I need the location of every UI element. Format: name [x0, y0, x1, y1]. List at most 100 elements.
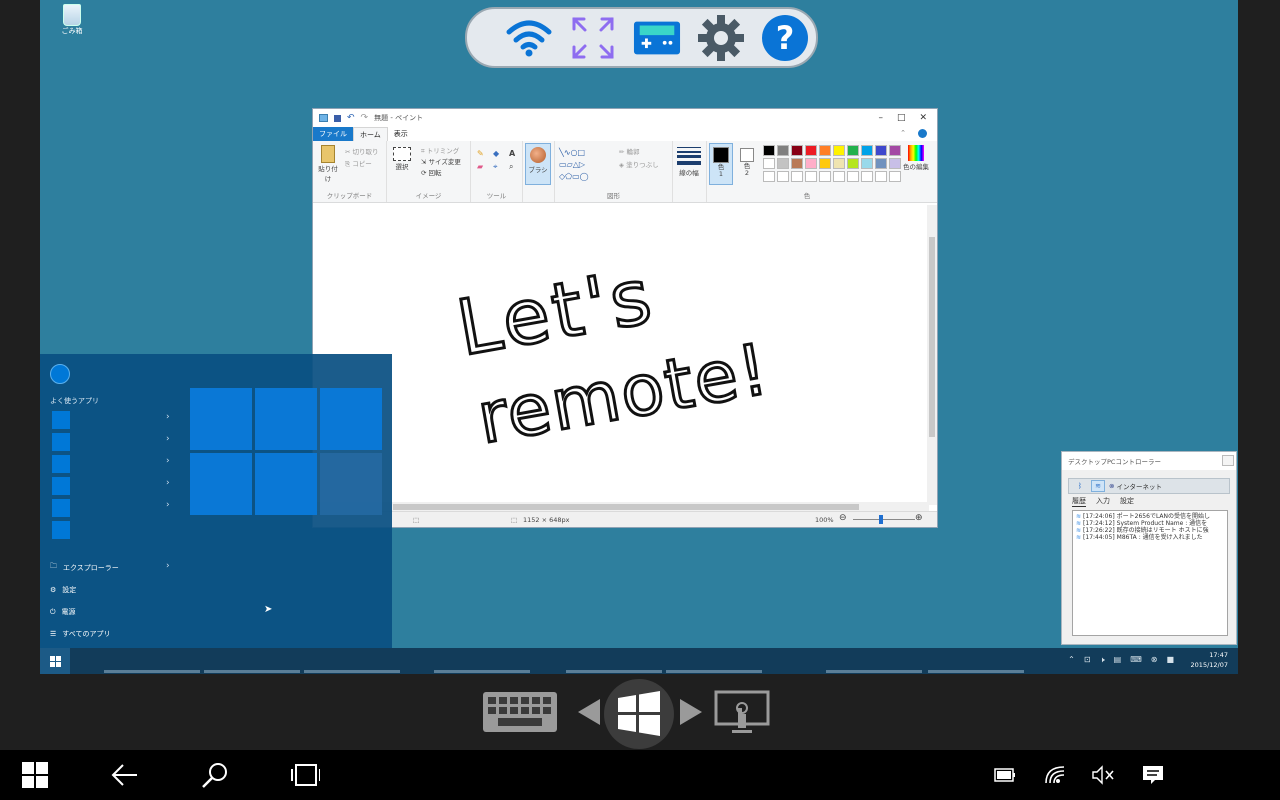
pencil-icon[interactable]: ✎: [477, 149, 489, 158]
color-picker-icon[interactable]: ⌖: [493, 162, 505, 172]
app-entry-1[interactable]: [52, 411, 70, 429]
crop-button[interactable]: ⌗ トリミング: [421, 145, 459, 156]
text-icon[interactable]: A: [509, 149, 521, 158]
start-tile-2[interactable]: [255, 388, 317, 450]
save-quick-icon[interactable]: [334, 114, 341, 122]
palette-swatch[interactable]: [833, 145, 845, 156]
start-button[interactable]: [20, 760, 50, 790]
keyboard-tray-icon[interactable]: ⌨: [1130, 655, 1142, 665]
tab-view[interactable]: 表示: [388, 127, 414, 141]
start-tile-6[interactable]: [320, 453, 382, 515]
volume-button[interactable]: [1088, 760, 1118, 790]
palette-swatch[interactable]: [847, 171, 859, 182]
app-entry-3[interactable]: [52, 455, 70, 473]
touch-mode-button[interactable]: [714, 690, 770, 736]
wifi-button[interactable]: [505, 14, 553, 62]
palette-swatch[interactable]: [847, 145, 859, 156]
paint-canvas[interactable]: Let's remote!: [313, 205, 929, 505]
previous-button[interactable]: [577, 698, 601, 726]
action-center-button[interactable]: [1138, 760, 1168, 790]
chevron-right-icon[interactable]: ›: [166, 500, 170, 510]
help-paint-icon[interactable]: [912, 127, 933, 141]
palette-swatch[interactable]: [805, 158, 817, 169]
taskbar-app-slot[interactable]: [204, 670, 300, 673]
palette-swatch[interactable]: [833, 158, 845, 169]
power-item[interactable]: ⏻ 電源: [50, 607, 76, 617]
next-button[interactable]: [679, 698, 703, 726]
close-button[interactable]: ✕: [919, 113, 927, 123]
history-log[interactable]: ≋ [17:24:06] ポート2656でLANの受信を開始し ≋ [17:24:12…: [1072, 510, 1228, 636]
palette-swatch[interactable]: [819, 171, 831, 182]
ime-off-icon[interactable]: ⊗: [1151, 655, 1158, 665]
rotate-button[interactable]: ⟳ 回転: [421, 167, 442, 177]
palette-swatch[interactable]: [791, 171, 803, 182]
remote-start-button[interactable]: [40, 648, 70, 674]
color1-button[interactable]: 色 1: [709, 143, 733, 185]
fullscreen-button[interactable]: [569, 14, 617, 62]
resize-button[interactable]: ⇲ サイズ変更: [421, 156, 461, 166]
remote-clock[interactable]: 17:47 2015/12/07: [1191, 650, 1228, 670]
palette-swatch[interactable]: [777, 145, 789, 156]
palette-swatch[interactable]: [819, 158, 831, 169]
brush-button[interactable]: ブラシ: [525, 143, 551, 185]
desktop-pc-controller-window[interactable]: デスクトップPCコントローラー ᛒ ≋ ⊗ インターネット 履歴 入力 設定 ≋…: [1061, 451, 1237, 645]
palette-swatch[interactable]: [763, 171, 775, 182]
redo-quick-icon[interactable]: ↷: [361, 113, 369, 123]
collapse-ribbon-icon[interactable]: ⌃: [894, 127, 912, 141]
wifi-mode-icon[interactable]: ≋: [1091, 480, 1105, 492]
palette-swatch[interactable]: [847, 158, 859, 169]
start-tile-3[interactable]: [320, 388, 382, 450]
palette-swatch[interactable]: [805, 145, 817, 156]
chevron-right-icon[interactable]: ›: [166, 434, 170, 444]
all-apps-item[interactable]: ☰ すべてのアプリ: [50, 629, 111, 639]
vertical-scrollbar[interactable]: [927, 205, 937, 505]
taskbar-app-slot[interactable]: [566, 670, 662, 673]
taskbar-app-slot[interactable]: [304, 670, 400, 673]
taskbar-app-slot[interactable]: [826, 670, 922, 673]
palette-swatch[interactable]: [777, 171, 789, 182]
controller-close-button[interactable]: [1222, 455, 1234, 466]
start-tile-1[interactable]: [190, 388, 252, 450]
palette-swatch[interactable]: [763, 158, 775, 169]
app-entry-6[interactable]: [52, 521, 70, 539]
maximize-button[interactable]: □: [897, 113, 906, 123]
remote-desktop-view[interactable]: ごみ箱 ↶ ↷ 無題 - ペイント – □ ✕ ファイル ホーム 表示 ⌃ 貼り…: [40, 0, 1238, 674]
zoom-slider-thumb[interactable]: [879, 515, 883, 524]
shapes-gallery[interactable]: ╲∿○□ ▭▱△▷ ◇⬠▭◯: [559, 147, 613, 183]
select-button[interactable]: 選択: [393, 147, 411, 171]
eraser-icon[interactable]: ▰: [477, 162, 489, 172]
wifi-status-button[interactable]: [1040, 760, 1070, 790]
chevron-up-icon[interactable]: ⌃: [1068, 655, 1075, 665]
magnifier-icon[interactable]: ⌕: [509, 162, 521, 172]
task-view-button[interactable]: [290, 760, 320, 790]
palette-swatch[interactable]: [861, 145, 873, 156]
palette-swatch[interactable]: [889, 171, 901, 182]
minimize-button[interactable]: –: [878, 113, 883, 123]
palette-swatch[interactable]: [819, 145, 831, 156]
palette-swatch[interactable]: [805, 171, 817, 182]
palette-swatch[interactable]: [875, 171, 887, 182]
start-tile-4[interactable]: [190, 453, 252, 515]
copy-button[interactable]: ⎘ コピー: [345, 158, 372, 169]
cut-button[interactable]: ✂ 切り取り: [345, 146, 379, 156]
chevron-right-icon[interactable]: ›: [166, 561, 170, 571]
palette-swatch[interactable]: [833, 171, 845, 182]
taskbar-app-slot[interactable]: [104, 670, 200, 673]
start-tile-5[interactable]: [255, 453, 317, 515]
internet-mode[interactable]: ⊗ インターネット: [1109, 481, 1162, 491]
palette-swatch[interactable]: [861, 171, 873, 182]
chevron-right-icon[interactable]: ›: [166, 412, 170, 422]
size-button[interactable]: 線の幅: [677, 147, 701, 177]
battery-button[interactable]: [990, 760, 1020, 790]
desktop-recycle-bin[interactable]: ごみ箱: [58, 4, 86, 36]
zoom-in-button[interactable]: ⊕: [915, 513, 923, 523]
taskbar-app-slot[interactable]: [928, 670, 1024, 673]
keyboard-button[interactable]: [482, 691, 558, 733]
explorer-item[interactable]: 🗀 エクスプローラー: [50, 562, 119, 573]
fill-button[interactable]: ◈ 塗りつぶし: [619, 159, 659, 169]
palette-swatch[interactable]: [861, 158, 873, 169]
paste-button[interactable]: 貼り付け: [317, 145, 339, 183]
search-button[interactable]: [200, 760, 230, 790]
tab-settings[interactable]: 設定: [1120, 496, 1134, 507]
palette-swatch[interactable]: [889, 158, 901, 169]
